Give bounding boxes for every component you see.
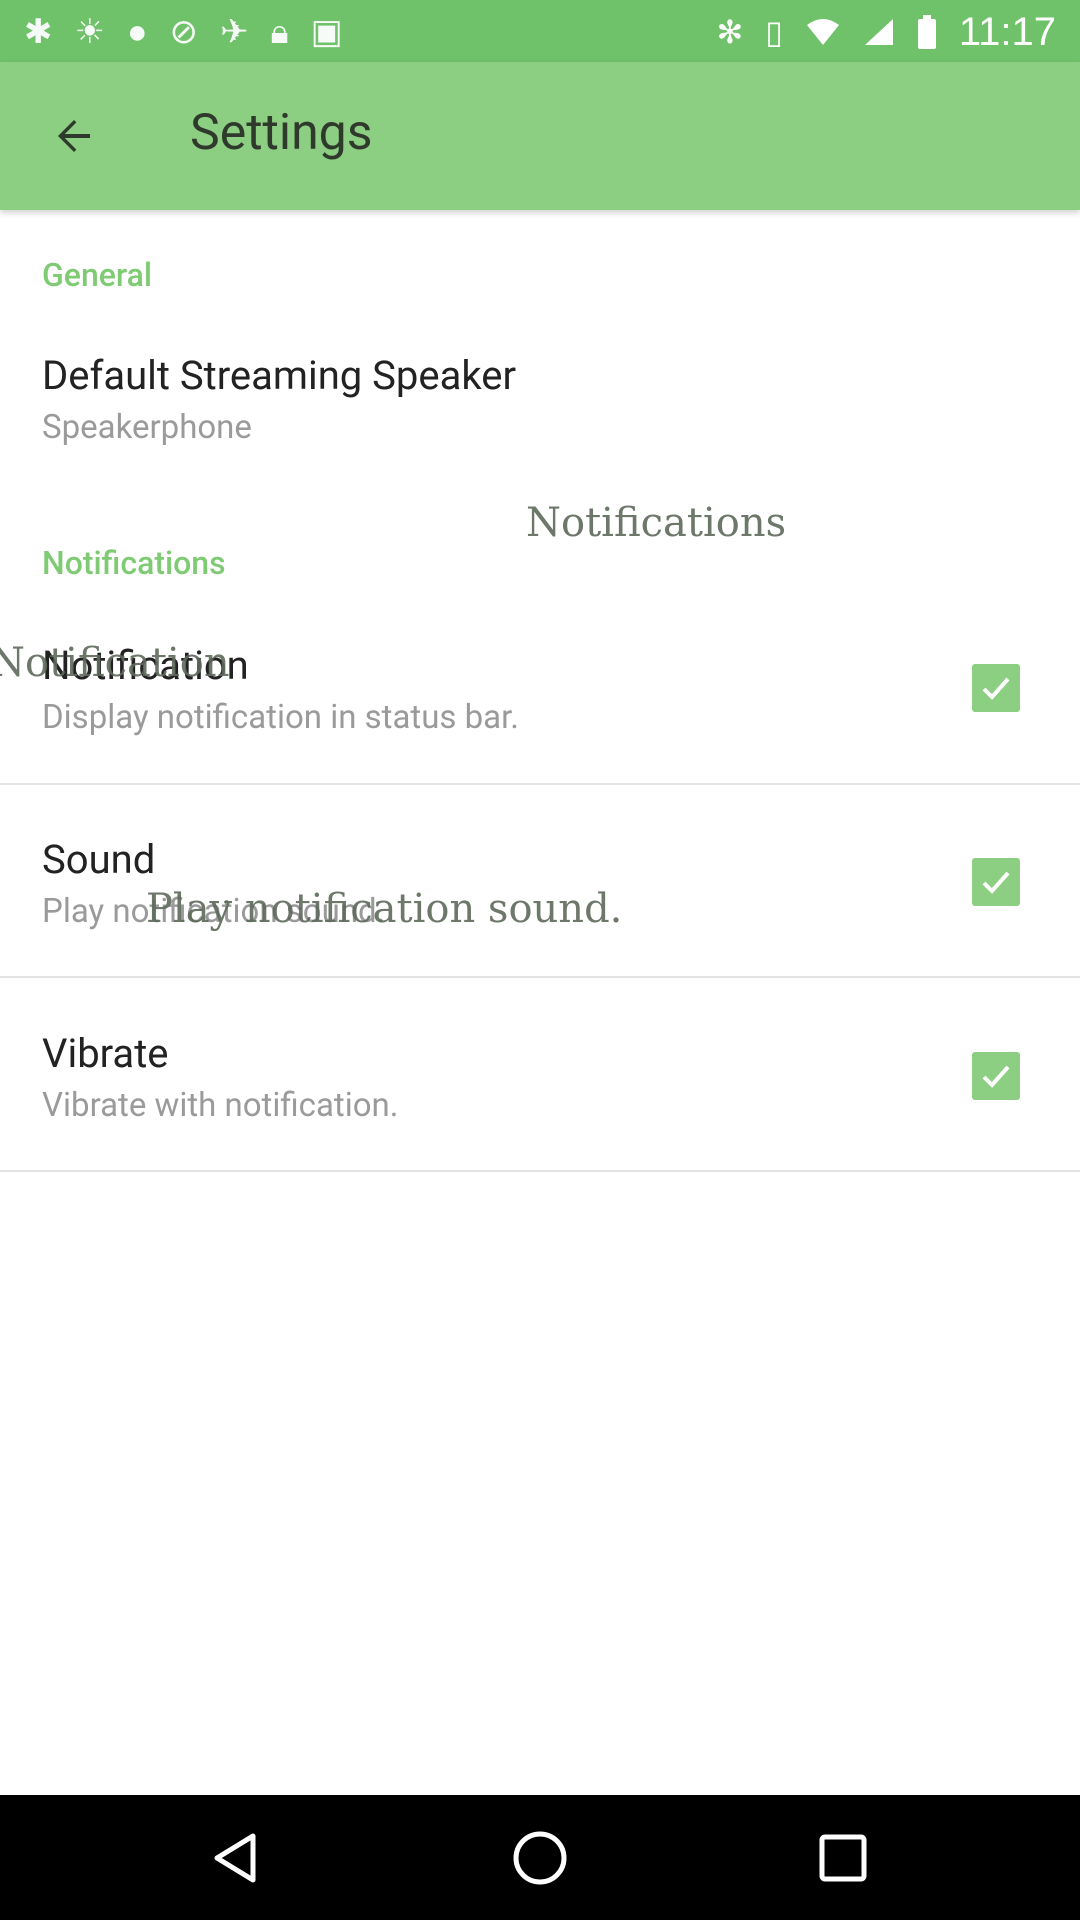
pref-vibrate[interactable]: Vibrate Vibrate with notification. [0, 1018, 1080, 1170]
home-nav-button[interactable] [499, 1817, 581, 1899]
pref-summary: Display notification in status bar. [42, 698, 520, 737]
pref-title: Default Streaming Speaker [42, 352, 517, 399]
status-notification-icons: ✱ ☀ ● ⊘ ✈ 🔒︎ ▣ [24, 12, 343, 52]
app-icon: ✱ [24, 12, 53, 52]
pref-title: Vibrate [42, 1030, 169, 1077]
brightness-icon: ☀ [74, 12, 105, 52]
vibrate-checkbox[interactable] [972, 1052, 1020, 1100]
ghost-text-sound-summary: Play notification sound. [146, 886, 623, 932]
app-icon: ● [126, 12, 148, 52]
notification-checkbox[interactable] [972, 664, 1020, 712]
back-button[interactable] [38, 100, 110, 172]
pref-default-streaming-speaker[interactable]: Default Streaming Speaker Speakerphone [0, 340, 1080, 470]
battery-icon [917, 15, 936, 49]
pref-summary: Speakerphone [42, 408, 252, 447]
signal-icon [864, 19, 893, 45]
back-nav-button[interactable] [196, 1817, 278, 1899]
pref-title: Sound [42, 836, 156, 883]
pref-summary: Vibrate with notification. [42, 1086, 399, 1125]
page-title: Settings [190, 104, 373, 162]
satellite-icon: ✈ [220, 12, 249, 52]
divider [0, 1170, 1080, 1172]
wifi-icon [806, 19, 839, 45]
lock-icon: 🔒︎ [270, 12, 289, 52]
checkmark-icon [982, 677, 1010, 700]
back-triangle-icon [214, 1833, 256, 1883]
vibrate-icon: ▯ [765, 13, 783, 51]
app-bar: Settings [0, 62, 1080, 210]
back-arrow-icon [58, 120, 90, 152]
ghost-text-notification: Notification [0, 640, 230, 686]
recents-square-icon [819, 1834, 867, 1882]
checkmark-icon [982, 871, 1010, 894]
navigation-bar [0, 1795, 1080, 1920]
divider [0, 783, 1080, 785]
status-time: 11:17 [958, 9, 1056, 54]
ghost-text-notifications: Notifications [526, 500, 787, 546]
android-icon: ▣ [310, 12, 343, 52]
status-bar: ✱ ☀ ● ⊘ ✈ 🔒︎ ▣ ✻ ▯ 11:17 [0, 0, 1080, 62]
divider [0, 976, 1080, 978]
section-header-general: General [42, 256, 153, 294]
section-header-notifications: Notifications [42, 544, 226, 582]
status-system-icons: ✻ ▯ 11:17 [716, 8, 1056, 56]
bluetooth-icon: ✻ [716, 13, 744, 51]
home-circle-icon [513, 1831, 567, 1885]
blocked-icon: ⊘ [169, 12, 199, 52]
sound-checkbox[interactable] [972, 858, 1020, 906]
checkmark-icon [982, 1065, 1010, 1088]
recents-nav-button[interactable] [802, 1817, 884, 1899]
